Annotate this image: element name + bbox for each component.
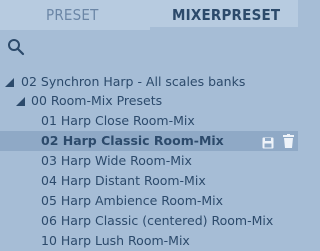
tree-root-row[interactable]: 02 Synchron Harp - All scales banks (0, 72, 298, 92)
tree-root-label: 02 Synchron Harp - All scales banks (21, 74, 246, 89)
tree-item-selected[interactable]: 02 Harp Classic Room-Mix (0, 131, 298, 151)
tree-item[interactable]: 05 Harp Ambience Room-Mix (0, 191, 298, 211)
tree-item-label: 10 Harp Lush Room-Mix (41, 233, 190, 248)
search-icon[interactable] (7, 38, 25, 56)
tree-item-label: 04 Harp Distant Room-Mix (41, 173, 206, 188)
tree-item-label: 02 Harp Classic Room-Mix (41, 133, 224, 148)
tree-item[interactable]: 10 Harp Lush Room-Mix (0, 231, 298, 251)
tree-item-label: 03 Harp Wide Room-Mix (41, 153, 192, 168)
tree-item-label: 01 Harp Close Room-Mix (41, 113, 195, 128)
expanded-triangle-icon[interactable] (5, 78, 14, 87)
tree-item[interactable]: 01 Harp Close Room-Mix (0, 111, 298, 131)
tab-mixerpreset[interactable]: MIXERPRESET (172, 6, 280, 24)
save-icon[interactable] (262, 135, 274, 149)
tree-item-label: 05 Harp Ambience Room-Mix (41, 193, 224, 208)
tab-bar: PRESET MIXERPRESET (0, 0, 298, 30)
tree-item[interactable]: 03 Harp Wide Room-Mix (0, 151, 298, 171)
tree-item-label: 06 Harp Classic (centered) Room-Mix (41, 213, 274, 228)
tree-item[interactable]: 04 Harp Distant Room-Mix (0, 171, 298, 191)
tree-folder-row[interactable]: 00 Room-Mix Presets (0, 91, 298, 111)
tree-item[interactable]: 06 Harp Classic (centered) Room-Mix (0, 211, 298, 231)
active-tab-indicator (150, 27, 298, 30)
tab-preset[interactable]: PRESET (46, 6, 99, 24)
tree-folder-label: 00 Room-Mix Presets (31, 93, 163, 108)
trash-icon[interactable] (283, 134, 294, 148)
expanded-triangle-icon[interactable] (16, 97, 25, 106)
